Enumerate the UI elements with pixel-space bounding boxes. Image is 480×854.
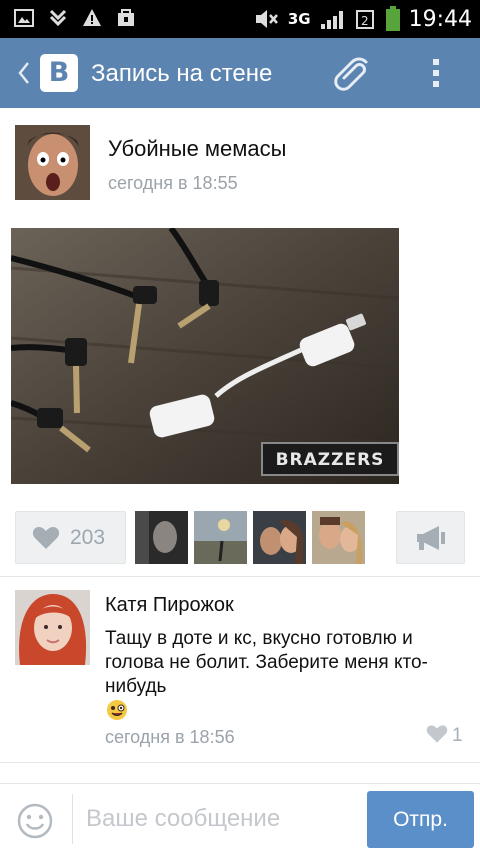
liker-avatar[interactable]	[194, 511, 247, 564]
divider	[0, 576, 480, 577]
comment-emoji	[106, 699, 128, 721]
battery-icon	[385, 6, 400, 31]
store-notification-icon	[118, 9, 134, 26]
comment-like-count: 1	[452, 725, 463, 746]
clock: 19:44	[408, 6, 472, 32]
more-options-icon[interactable]	[424, 54, 448, 94]
like-button[interactable]: 203	[15, 511, 126, 564]
svg-text:2: 2	[361, 14, 369, 28]
like-count: 203	[70, 526, 106, 549]
sim2-icon: 2	[355, 10, 374, 29]
back-chevron-icon[interactable]	[14, 58, 34, 88]
message-input[interactable]	[86, 798, 356, 840]
post-timestamp: сегодня в 18:55	[108, 173, 238, 193]
megaphone-icon	[417, 526, 445, 550]
signal-icon	[320, 11, 343, 29]
download-notification-icon	[49, 9, 67, 27]
comment-author[interactable]: Катя Пирожок	[105, 594, 234, 617]
liker-avatar[interactable]	[253, 511, 306, 564]
liker-avatar[interactable]	[312, 511, 365, 564]
app-header: В Запись на стене	[0, 38, 480, 108]
image-watermark: BRAZZERS	[261, 442, 399, 476]
status-bar: 3G 2 19:44	[0, 0, 480, 38]
comment-author-avatar[interactable]	[15, 590, 90, 665]
send-button[interactable]: Отпр.	[367, 791, 474, 848]
divider	[72, 794, 73, 844]
mute-icon	[255, 10, 278, 28]
liker-avatar[interactable]	[135, 511, 188, 564]
post-author[interactable]: Убойные мемасы	[108, 136, 286, 162]
gallery-notification-icon	[14, 9, 34, 27]
page-title: Запись на стене	[91, 60, 273, 87]
community-avatar[interactable]	[15, 125, 90, 200]
network-type: 3G	[287, 10, 311, 28]
emoji-icon[interactable]	[17, 803, 53, 839]
divider	[0, 762, 480, 763]
vk-logo[interactable]: В	[40, 54, 78, 92]
message-composer: Отпр.	[0, 783, 480, 854]
paperclip-icon[interactable]	[330, 54, 378, 94]
warning-notification-icon	[83, 9, 101, 26]
comment-timestamp: сегодня в 18:56	[105, 727, 235, 747]
share-button[interactable]	[396, 511, 465, 564]
heart-icon	[32, 527, 60, 549]
comment-heart-icon[interactable]	[426, 724, 448, 744]
comment-text: Тащу в доте и кс, вкусно готовлю и голов…	[105, 628, 428, 697]
